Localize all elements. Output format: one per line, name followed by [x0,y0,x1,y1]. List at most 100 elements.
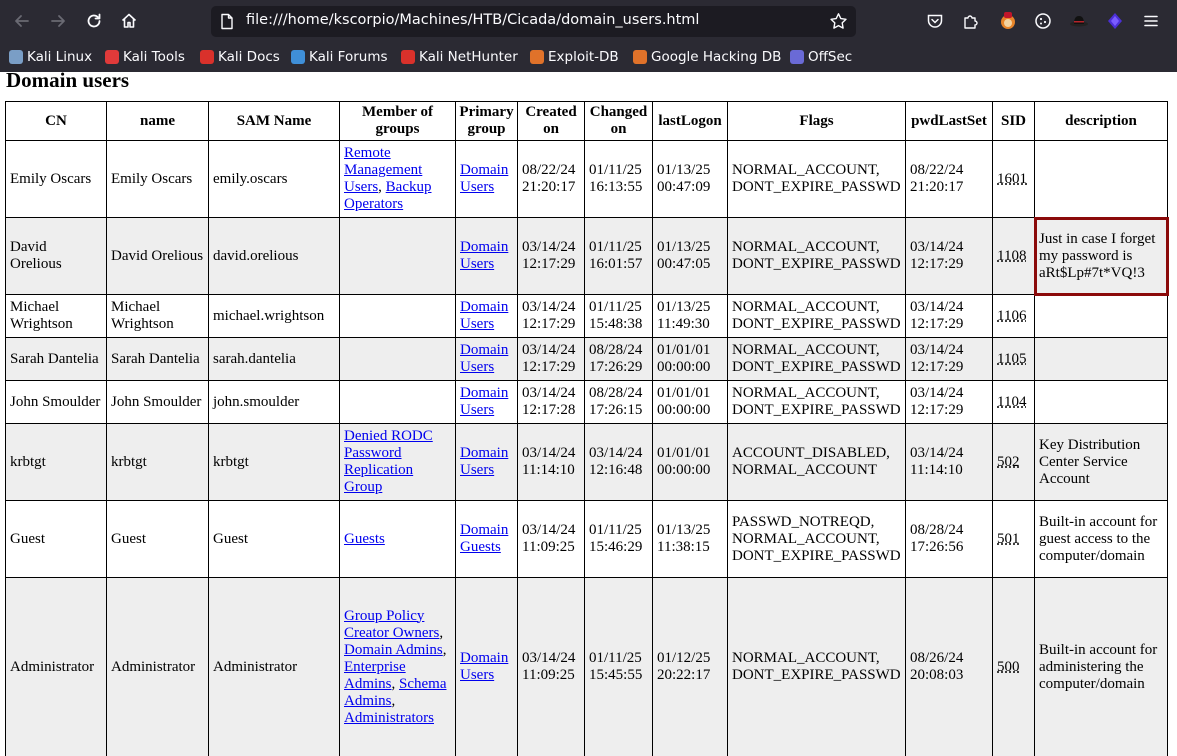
cell-sam-name: michael.wrightson [208,294,340,338]
primary-group-link[interactable]: Domain Users [460,342,508,375]
browser-toolbar: file:///home/kscorpio/Machines/HTB/Cicad… [0,0,1177,42]
cell-changed-on: 01/11/25 16:13:55 [584,140,653,218]
bookmark-kali-nethunter[interactable]: Kali NetHunter [401,47,518,67]
cell-primary-group: Domain Users [455,577,518,756]
bookmarks-toolbar: Kali Linux Kali Tools Kali Docs Kali For… [0,42,1177,72]
extensions-button[interactable] [959,9,983,33]
cookie-extension-button[interactable] [1031,9,1055,33]
bookmark-kali-forums[interactable]: Kali Forums [291,47,388,67]
bookmark-kali-docs[interactable]: Kali Docs [200,47,280,67]
cell-name: Michael Wrightson [106,294,209,338]
cell-cn: Sarah Dantelia [5,337,107,381]
domain-users-table: CN name SAM Name Member of groups Primary gr… [5,101,1169,756]
cell-last-logon: 01/01/01 00:00:00 [652,423,728,501]
bookmark-exploit-db[interactable]: Exploit-DB [530,47,619,67]
cell-sid: 1105 [992,337,1035,381]
bookmark-kali-linux[interactable]: Kali Linux [9,47,92,67]
cell-pwd-last-set: 03/14/24 12:17:29 [905,294,993,338]
group-link[interactable]: Denied RODC Password Replication Group [344,428,433,495]
cell-cn: krbtgt [5,423,107,501]
sid-value[interactable]: 1601 [997,171,1027,187]
group-link[interactable]: Administrators [344,710,434,726]
group-separator: , [391,675,400,692]
table-row: krbtgt krbtgt krbtgt Denied RODC Password R… [5,423,1168,501]
cell-last-logon: 01/01/01 00:00:00 [652,337,728,381]
primary-group-link[interactable]: Domain Users [460,445,508,478]
created-on-value: 03/14/24 11:09:25 [522,522,576,555]
highlighted-description-cell: Just in case I forget my password is aRt… [1033,216,1169,296]
name-value: Guest [111,530,146,547]
cell-flags: NORMAL_ACCOUNT, DONT_EXPIRE_PASSWD [727,294,906,338]
cell-flags: NORMAL_ACCOUNT, DONT_EXPIRE_PASSWD [727,217,906,295]
cell-created-on: 03/14/24 11:09:25 [517,577,585,756]
column-header-description: description [1034,101,1168,141]
bookmark-kali-tools[interactable]: Kali Tools [105,47,185,67]
hat-extension-button[interactable] [1067,9,1091,33]
group-link[interactable]: Guests [344,531,385,547]
sid-value[interactable]: 1106 [997,308,1026,324]
foxyproxy-button[interactable] [996,9,1020,33]
column-header-member-of-groups: Member of groups [339,101,456,141]
last-logon-value: 01/12/25 20:22:17 [657,650,711,683]
cell-created-on: 03/14/24 12:17:29 [517,337,585,381]
cell-sam-name: emily.oscars [208,140,340,218]
changed-on-value: 08/28/24 17:26:29 [589,342,643,375]
primary-group-link[interactable]: Domain Users [460,239,508,272]
flags-value: NORMAL_ACCOUNT, DONT_EXPIRE_PASSWD [732,299,901,332]
cell-pwd-last-set: 03/14/24 12:17:29 [905,337,993,381]
sid-value[interactable]: 1105 [997,351,1026,367]
forward-button[interactable] [46,9,70,33]
flags-value: NORMAL_ACCOUNT, DONT_EXPIRE_PASSWD [732,162,901,195]
sam-name-value: michael.wrightson [213,307,325,324]
bookmark-star-icon[interactable] [829,12,848,31]
name-value: Emily Oscars [111,170,193,187]
sid-value[interactable]: 500 [997,659,1020,675]
cell-primary-group: Domain Guests [455,500,518,578]
ghdb-icon [633,50,647,64]
primary-group-link[interactable]: Domain Users [460,162,508,195]
cn-value: Administrator [10,658,95,675]
primary-group-link[interactable]: Domain Users [460,650,508,683]
kali-forums-icon [291,50,305,64]
group-link[interactable]: Group Policy Creator Owners [344,608,439,641]
primary-group-link[interactable]: Domain Users [460,299,508,332]
menu-button[interactable] [1139,9,1163,33]
flags-value: NORMAL_ACCOUNT, DONT_EXPIRE_PASSWD [732,342,901,375]
hamburger-menu-icon [1144,15,1158,27]
forward-arrow-icon [51,15,65,27]
wappalyzer-button[interactable] [1103,9,1127,33]
cookie-icon [1035,13,1051,29]
pwd-last-set-value: 08/26/24 20:08:03 [910,650,964,683]
sid-value[interactable]: 1104 [997,394,1026,410]
pocket-button[interactable] [923,9,947,33]
page-title: Domain users [6,72,130,92]
sid-value[interactable]: 1108 [997,248,1026,264]
sid-value[interactable]: 502 [997,454,1020,470]
description-value: Just in case I forget my password is aRt… [1039,230,1156,281]
reload-button[interactable] [82,9,106,33]
created-on-value: 03/14/24 11:09:25 [522,650,576,683]
cell-changed-on: 01/11/25 15:46:29 [584,500,653,578]
back-button[interactable] [10,9,34,33]
bookmark-offsec[interactable]: OffSec [790,47,852,67]
cn-value: David Orelious [10,239,62,272]
page-viewport: Domain users CN name SAM Name Member of gro… [0,72,1177,756]
address-bar[interactable]: file:///home/kscorpio/Machines/HTB/Cicad… [211,6,856,37]
primary-group-link[interactable]: Domain Users [460,385,508,418]
bookmark-google-hacking-db[interactable]: Google Hacking DB [633,47,781,67]
cell-sid: 1601 [992,140,1035,218]
cell-member-of-groups [339,294,456,338]
back-arrow-icon [15,15,29,27]
kali-docs-icon [200,50,214,64]
cell-last-logon: 01/13/25 00:47:09 [652,140,728,218]
cell-cn: John Smoulder [5,380,107,424]
pocket-icon [927,14,943,28]
sid-value[interactable]: 501 [997,531,1020,547]
column-header-pwd-last-set: pwdLastSet [905,101,993,141]
group-link[interactable]: Domain Admins [344,642,443,658]
pwd-last-set-value: 03/14/24 12:17:29 [910,299,964,332]
url-text[interactable]: file:///home/kscorpio/Machines/HTB/Cicad… [246,12,699,28]
home-button[interactable] [117,9,141,33]
changed-on-value: 08/28/24 17:26:15 [589,385,643,418]
primary-group-link[interactable]: Domain Guests [460,522,508,555]
